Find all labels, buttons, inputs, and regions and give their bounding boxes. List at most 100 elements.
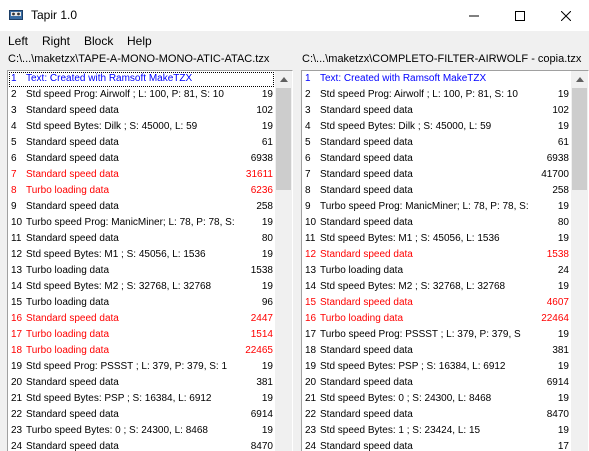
block-row[interactable]: 10 Turbo speed Prog: ManicMiner; L: 78, P…	[8, 215, 275, 231]
block-row[interactable]: 19 Std speed Prog: PSSST ; L: 379, P: 379…	[8, 359, 275, 375]
right-scrollbar[interactable]	[571, 71, 588, 451]
block-row[interactable]: 18 Turbo loading data 22465	[8, 343, 275, 359]
block-description: Standard speed data	[320, 297, 413, 308]
left-block-list[interactable]: 1 Text: Created with Ramsoft MakeTZX 2 Std …	[7, 70, 293, 451]
block-row[interactable]: 13 Turbo loading data 1538	[8, 263, 275, 279]
title-bar: Tapir 1.0	[0, 0, 589, 31]
block-number: 15	[305, 297, 317, 308]
block-description: Standard speed data	[26, 233, 119, 244]
block-number: 17	[305, 329, 317, 340]
block-description: Standard speed data	[26, 153, 119, 164]
block-description: Standard speed data	[320, 441, 413, 451]
block-row[interactable]: 3 Standard speed data 102	[8, 103, 275, 119]
block-row[interactable]: 6 Standard speed data 6938	[302, 151, 571, 167]
block-row[interactable]: 14 Std speed Bytes: M2 ; S: 32768, L: 327…	[8, 279, 275, 295]
block-length: 19	[261, 217, 273, 228]
block-row[interactable]: 19 Std speed Bytes: PSP ; S: 16384, L: 69…	[302, 359, 571, 375]
left-scroll-up-button[interactable]	[275, 71, 292, 88]
block-row[interactable]: 7 Standard speed data 31611	[8, 167, 275, 183]
block-row[interactable]: 15 Standard speed data 4607	[302, 295, 571, 311]
block-row[interactable]: 24 Standard speed data 17	[302, 439, 571, 451]
block-row[interactable]: 12 Std speed Bytes: M1 ; S: 45056, L: 153…	[8, 247, 275, 263]
block-description: Turbo loading data	[26, 329, 110, 340]
block-row[interactable]: 23 Turbo speed Bytes: 0 ; S: 24300, L: 84…	[8, 423, 275, 439]
right-scroll-thumb[interactable]	[572, 88, 587, 190]
block-row[interactable]: 20 Standard speed data 381	[8, 375, 275, 391]
block-number: 12	[11, 249, 23, 260]
menu-block[interactable]: Block	[84, 34, 113, 48]
block-row[interactable]: 7 Standard speed data 41700	[302, 167, 571, 183]
block-row[interactable]: 22 Standard speed data 8470	[302, 407, 571, 423]
block-row[interactable]: 17 Turbo speed Prog: PSSST ; L: 379, P: 3…	[302, 327, 571, 343]
block-row[interactable]: 22 Standard speed data 6914	[8, 407, 275, 423]
block-row[interactable]: 21 Std speed Bytes: 0 ; S: 24300, L: 8468…	[302, 391, 571, 407]
minimize-button[interactable]	[451, 0, 497, 31]
block-length: 96	[261, 297, 273, 308]
close-icon	[561, 10, 571, 21]
block-row[interactable]: 1 Text: Created with Ramsoft MakeTZX	[8, 71, 275, 87]
block-number: 20	[305, 377, 317, 388]
block-number: 9	[11, 201, 17, 212]
block-row[interactable]: 5 Standard speed data 61	[302, 135, 571, 151]
block-row[interactable]: 12 Standard speed data 1538	[302, 247, 571, 263]
block-number: 12	[305, 249, 317, 260]
block-description: Standard speed data	[320, 105, 413, 116]
left-file-path: C:\...\maketzx\TAPE-A-MONO-MONO-ATIC-ATA…	[8, 53, 270, 65]
block-row[interactable]: 8 Turbo loading data 6236	[8, 183, 275, 199]
left-scroll-thumb[interactable]	[276, 88, 291, 190]
block-row[interactable]: 11 Standard speed data 80	[8, 231, 275, 247]
block-length: 8470	[546, 409, 569, 420]
block-row[interactable]: 24 Standard speed data 8470	[8, 439, 275, 451]
block-description: Standard speed data	[26, 169, 119, 180]
block-row[interactable]: 23 Std speed Bytes: 1 ; S: 23424, L: 15 19	[302, 423, 571, 439]
block-length: 19	[261, 361, 273, 372]
block-row[interactable]: 16 Standard speed data 2447	[8, 311, 275, 327]
block-length: 381	[552, 345, 569, 356]
block-length: 24	[557, 265, 569, 276]
right-block-rows: 1 Text: Created with Ramsoft MakeTZX 2 Std …	[302, 71, 571, 451]
block-row[interactable]: 9 Standard speed data 258	[8, 199, 275, 215]
right-scroll-up-button[interactable]	[571, 71, 588, 88]
block-row[interactable]: 5 Standard speed data 61	[8, 135, 275, 151]
block-row[interactable]: 4 Std speed Bytes: Dilk ; S: 45000, L: 59…	[302, 119, 571, 135]
block-row[interactable]: 15 Turbo loading data 96	[8, 295, 275, 311]
block-row[interactable]: 17 Turbo loading data 1514	[8, 327, 275, 343]
block-row[interactable]: 14 Std speed Bytes: M2 ; S: 32768, L: 327…	[302, 279, 571, 295]
right-block-list[interactable]: 1 Text: Created with Ramsoft MakeTZX 2 Std …	[301, 70, 589, 451]
block-row[interactable]: 18 Standard speed data 381	[302, 343, 571, 359]
block-row[interactable]: 10 Standard speed data 80	[302, 215, 571, 231]
block-number: 9	[305, 201, 311, 212]
block-row[interactable]: 2 Std speed Prog: Airwolf ; L: 100, P: 81…	[8, 87, 275, 103]
menu-help[interactable]: Help	[127, 34, 152, 48]
block-row[interactable]: 9 Turbo speed Prog: ManicMiner; L: 78, P:…	[302, 199, 571, 215]
block-number: 5	[305, 137, 311, 148]
block-number: 19	[305, 361, 317, 372]
block-row[interactable]: 6 Standard speed data 6938	[8, 151, 275, 167]
block-description: Turbo speed Prog: ManicMiner; L: 78, P: …	[26, 217, 235, 228]
menu-right[interactable]: Right	[42, 34, 70, 48]
close-button[interactable]	[543, 0, 589, 31]
block-description: Standard speed data	[26, 441, 119, 451]
block-number: 16	[305, 313, 317, 324]
block-row[interactable]: 11 Std speed Bytes: M1 ; S: 45056, L: 153…	[302, 231, 571, 247]
block-row[interactable]: 8 Standard speed data 258	[302, 183, 571, 199]
block-description: Std speed Bytes: PSP ; S: 16384, L: 6912	[26, 393, 212, 404]
block-row[interactable]: 3 Standard speed data 102	[302, 103, 571, 119]
block-number: 2	[11, 89, 17, 100]
block-description: Standard speed data	[26, 409, 119, 420]
block-row[interactable]: 16 Turbo loading data 22464	[302, 311, 571, 327]
block-description: Std speed Bytes: M1 ; S: 45056, L: 1536	[320, 233, 500, 244]
left-scrollbar[interactable]	[275, 71, 292, 451]
block-row[interactable]: 4 Std speed Bytes: Dilk ; S: 45000, L: 59…	[8, 119, 275, 135]
block-length: 6938	[250, 153, 273, 164]
menu-left[interactable]: Left	[8, 34, 28, 48]
block-row[interactable]: 1 Text: Created with Ramsoft MakeTZX	[302, 71, 571, 87]
block-description: Standard speed data	[320, 377, 413, 388]
block-row[interactable]: 21 Std speed Bytes: PSP ; S: 16384, L: 69…	[8, 391, 275, 407]
block-length: 19	[557, 425, 569, 436]
block-description: Std speed Prog: PSSST ; L: 379, P: 379, …	[26, 361, 228, 372]
block-row[interactable]: 20 Standard speed data 6914	[302, 375, 571, 391]
maximize-button[interactable]	[497, 0, 543, 31]
block-row[interactable]: 13 Turbo loading data 24	[302, 263, 571, 279]
block-row[interactable]: 2 Std speed Prog: Airwolf ; L: 100, P: 81…	[302, 87, 571, 103]
